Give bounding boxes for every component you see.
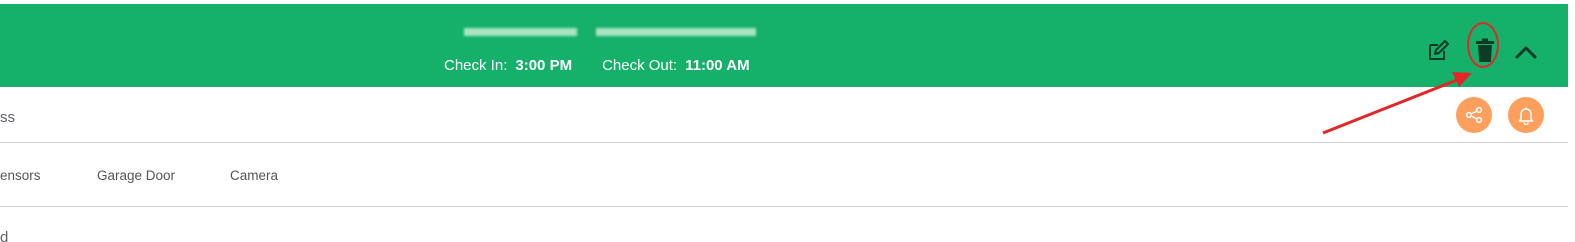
page: Check In: 3:00 PM Check Out: 11:00 AM ss…	[0, 0, 1575, 242]
reservation-title-redacted	[464, 24, 756, 40]
tab-garage-door[interactable]: Garage Door	[97, 168, 175, 183]
check-out-time: 11:00 AM	[685, 57, 750, 74]
device-tabs: ensors Garage Door Camera	[0, 143, 1568, 207]
address-label: ss	[0, 109, 15, 126]
check-out-label: Check Out:	[602, 57, 678, 74]
check-in-time: 3:00 PM	[515, 57, 573, 74]
bell-icon	[1518, 107, 1534, 125]
tab-sensors[interactable]: ensors	[0, 168, 41, 183]
notification-button[interactable]	[1508, 97, 1544, 133]
section-label: d	[0, 229, 9, 242]
annotation-circle	[1467, 22, 1499, 68]
chevron-up-icon	[1515, 46, 1537, 59]
tab-camera[interactable]: Camera	[230, 168, 278, 183]
collapse-button[interactable]	[1512, 39, 1540, 65]
address-row: ss	[0, 87, 1568, 143]
check-in-label: Check In:	[444, 57, 508, 74]
check-times: Check In: 3:00 PM Check Out: 11:00 AM	[444, 57, 750, 74]
share-icon	[1465, 106, 1483, 124]
reservation-header: Check In: 3:00 PM Check Out: 11:00 AM	[0, 4, 1568, 87]
share-button[interactable]	[1456, 97, 1492, 133]
edit-icon	[1429, 40, 1449, 60]
edit-button[interactable]	[1425, 38, 1451, 64]
